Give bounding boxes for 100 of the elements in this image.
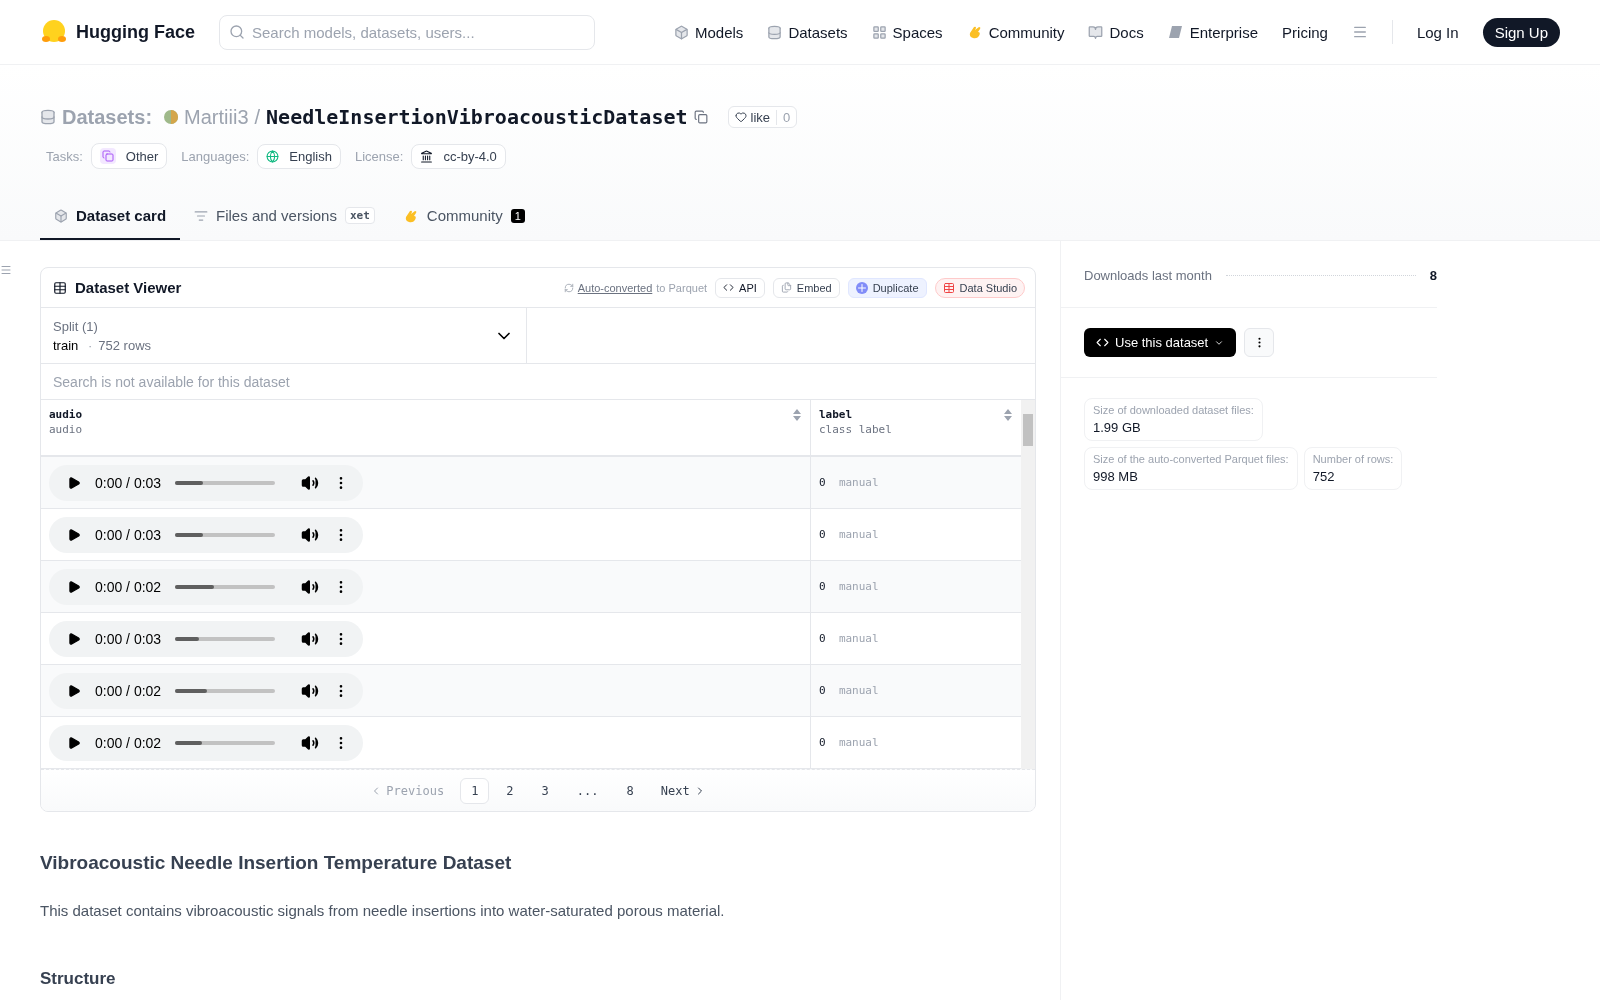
nav-link[interactable]: Spaces — [871, 23, 943, 41]
tab[interactable]: Dataset card — [40, 197, 181, 240]
label-cell: 0 manual — [819, 736, 879, 749]
play-icon[interactable] — [67, 527, 81, 542]
signup-button[interactable]: Sign Up — [1482, 17, 1560, 47]
code-icon — [723, 282, 735, 293]
path-separator: / — [254, 105, 261, 129]
plus-icon — [855, 281, 868, 294]
tag-label: Languages: — [181, 148, 250, 164]
page-link[interactable]: ... — [565, 777, 610, 804]
label-cell: 0 manual — [819, 528, 879, 541]
volume-icon[interactable] — [301, 473, 320, 492]
audio-player[interactable]: 0:00 / 0:02 — [49, 724, 363, 761]
tag-chip[interactable]: English — [257, 143, 341, 169]
list-icon — [194, 208, 209, 223]
stat-card: Size of downloaded dataset files: 1.99 GB — [1084, 398, 1263, 441]
count-badge: 1 — [510, 208, 525, 223]
table-icon — [53, 280, 67, 295]
next-link[interactable]: Next — [650, 778, 716, 803]
table-icon — [942, 281, 955, 294]
page-link[interactable]: 1 — [460, 777, 490, 804]
avatar-icon — [164, 110, 179, 124]
viewer-action-button[interactable]: Data Studio — [934, 277, 1025, 298]
play-icon[interactable] — [67, 579, 81, 594]
audio-player[interactable]: 0:00 / 0:02 — [49, 568, 363, 605]
audio-time: 0:00 / 0:02 — [95, 578, 162, 595]
task-icon — [99, 148, 116, 164]
column-header[interactable]: label class label — [819, 408, 1003, 436]
label-cell: 0 manual — [819, 632, 879, 645]
stat-card: Size of the auto-converted Parquet files: 998 MB — [1084, 447, 1298, 490]
progress-track[interactable] — [175, 480, 276, 485]
code-icon — [1096, 336, 1109, 349]
audio-time: 0:00 / 0:02 — [95, 682, 162, 699]
column-header[interactable]: audio audio — [49, 408, 792, 436]
copy-icon[interactable] — [693, 110, 708, 124]
converted-note: to Parquet — [656, 281, 708, 294]
like-button[interactable]: like 0 — [727, 106, 798, 128]
dataset-name[interactable]: NeedleInsertionVibroacousticDataset — [266, 105, 688, 129]
card-paragraph: This dataset contains vibroacoustic signals from needle insertions into water-saturated porous material. — [40, 902, 726, 919]
tab[interactable]: Community 1 — [388, 197, 539, 240]
nav-link[interactable]: Pricing — [1282, 23, 1328, 41]
box-icon — [54, 208, 68, 223]
viewer-action-button[interactable]: Duplicate — [847, 277, 927, 298]
enterprise-icon — [1167, 24, 1184, 40]
volume-icon[interactable] — [301, 577, 320, 596]
viewer-action-button[interactable]: API — [715, 277, 765, 298]
downloads-count: 8 — [1429, 268, 1437, 283]
converted-link[interactable]: Auto-converted — [577, 281, 653, 294]
volume-icon[interactable] — [301, 681, 320, 700]
database-icon — [767, 24, 783, 40]
xet-badge: xet — [344, 207, 375, 224]
search-field[interactable]: Search models, datasets, users... — [219, 14, 595, 50]
files-icon — [780, 282, 792, 293]
audio-time: 0:00 / 0:02 — [95, 734, 162, 751]
grid-icon — [871, 24, 887, 40]
label-cell: 0 manual — [819, 476, 879, 489]
globe-icon — [266, 149, 280, 163]
volume-icon[interactable] — [301, 525, 320, 544]
audio-player[interactable]: 0:00 / 0:03 — [49, 516, 363, 553]
nav-link[interactable]: Docs — [1088, 23, 1144, 41]
page-link[interactable]: 8 — [615, 777, 645, 804]
brand-name[interactable]: Hugging Face — [76, 21, 195, 43]
nav-link[interactable]: Enterprise — [1167, 23, 1259, 41]
tab[interactable]: Files and versions xet — [180, 197, 389, 240]
use-dataset-button[interactable]: Use this dataset — [1084, 328, 1237, 357]
box-icon — [674, 24, 689, 40]
tag-chip[interactable]: Other — [90, 143, 168, 169]
volume-icon[interactable] — [301, 733, 320, 752]
audio-time: 0:00 / 0:03 — [95, 474, 162, 491]
section-heading: Structure — [40, 969, 117, 989]
audio-time: 0:00 / 0:03 — [95, 526, 162, 543]
page-link[interactable]: 3 — [530, 777, 560, 804]
progress-track[interactable] — [175, 584, 276, 589]
viewer-action-button[interactable]: Embed — [772, 277, 840, 298]
page-link[interactable]: 2 — [495, 777, 525, 804]
label-cell: 0 manual — [819, 580, 879, 593]
progress-track[interactable] — [175, 740, 276, 745]
stat-card: Number of rows: 752 — [1303, 447, 1403, 490]
tag-chip[interactable]: cc-by-4.0 — [411, 143, 506, 169]
play-icon[interactable] — [67, 631, 81, 646]
progress-track[interactable] — [175, 532, 276, 537]
play-icon[interactable] — [67, 683, 81, 698]
landmark-icon — [420, 149, 434, 163]
nav-link[interactable]: Datasets — [767, 23, 848, 41]
play-icon[interactable] — [67, 475, 81, 490]
volume-icon[interactable] — [301, 629, 320, 648]
scrollbar-thumb[interactable] — [1023, 414, 1033, 446]
refresh-icon — [563, 282, 574, 293]
nav-link[interactable]: Models — [674, 23, 744, 41]
downloads-label: Downloads last month — [1084, 268, 1212, 283]
play-icon[interactable] — [67, 735, 81, 750]
viewer-title: Dataset Viewer — [75, 279, 182, 296]
heart-icon — [734, 111, 747, 123]
audio-player[interactable]: 0:00 / 0:03 — [49, 464, 363, 501]
audio-player[interactable]: 0:00 / 0:03 — [49, 620, 363, 657]
login-link[interactable]: Log In — [1416, 23, 1459, 41]
progress-track[interactable] — [175, 636, 276, 641]
progress-track[interactable] — [175, 688, 276, 693]
nav-link[interactable]: Community — [966, 23, 1065, 41]
audio-player[interactable]: 0:00 / 0:02 — [49, 672, 363, 709]
